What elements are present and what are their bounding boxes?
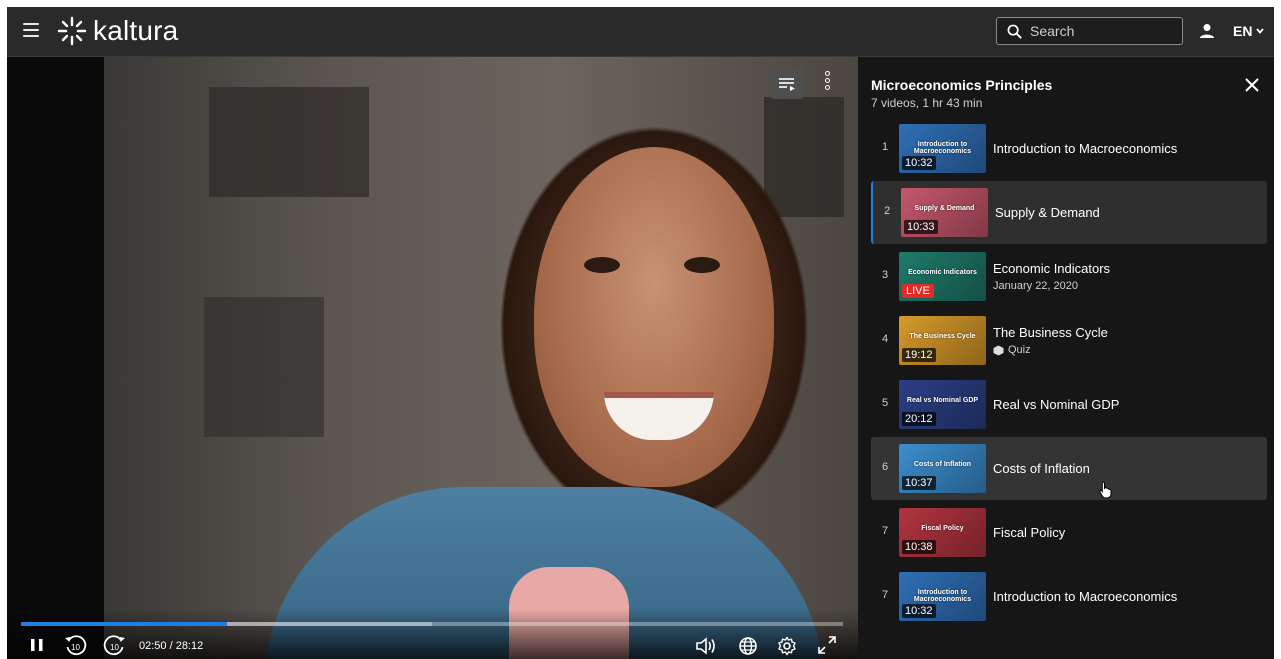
fullscreen-icon[interactable] (817, 635, 837, 655)
playlist-item-number: 1 (881, 141, 889, 153)
rewind-seconds-label: 10 (71, 643, 80, 652)
playlist-item-subtitle: January 22, 2020 (993, 280, 1078, 292)
playlist-item-thumbnail[interactable]: Economic Indicators LIVE (899, 252, 986, 301)
playlist-item-title: Introduction to Macroeconomics (993, 141, 1178, 156)
duration-badge: 10:37 (902, 476, 936, 490)
playlist-item-number: 7 (881, 589, 889, 601)
playlist-item[interactable]: 5 Real vs Nominal GDP 20:12 Real vs Nominal… (871, 373, 1267, 436)
search-box[interactable] (996, 17, 1183, 45)
duration-badge: 10:38 (902, 540, 936, 554)
playlist-item-title: Costs of Inflation (993, 461, 1090, 476)
subtitle-text: January 22, 2020 (993, 280, 1079, 292)
playlist-item-thumbnail[interactable]: The Business Cycle 19:12 (899, 316, 986, 365)
playlist-item-thumbnail[interactable]: Supply & Demand 10:33 (901, 188, 988, 237)
playlist-item[interactable]: 7 Fiscal Policy 10:38 Fiscal Policy (871, 501, 1267, 564)
playlist-item[interactable]: 6 Costs of Inflation 10:37 Costs of Inflati… (871, 437, 1267, 500)
video-frame (104, 57, 858, 659)
video-player[interactable]: 10 10 02:50 / 28:12 (7, 57, 858, 659)
playlist-item-number: 3 (881, 269, 889, 281)
search-icon (1007, 24, 1022, 39)
playlist-item[interactable]: 2 Supply & Demand 10:33 Supply & Demand (871, 181, 1267, 244)
pause-icon[interactable] (29, 637, 45, 653)
playlist-item[interactable]: 7 Introduction to Macroeconomics 10:32 Intr… (871, 565, 1267, 628)
control-bar-gradient (7, 609, 858, 659)
playlist-title: Microeconomics Principles (871, 77, 1053, 93)
kaltura-logo[interactable]: kaltura (55, 15, 179, 46)
forward-10-icon[interactable]: 10 (103, 633, 127, 657)
time-display: 02:50 / 28:12 (139, 640, 204, 652)
close-icon[interactable] (1245, 78, 1259, 92)
thumbnail-title: Real vs Nominal GDP (906, 397, 979, 404)
playlist-icon (779, 78, 795, 91)
playlist-item-thumbnail[interactable]: Real vs Nominal GDP 20:12 (899, 380, 986, 429)
brand-name: kaltura (93, 15, 179, 46)
playlist-item-thumbnail[interactable]: Fiscal Policy 10:38 (899, 508, 986, 557)
subtitle-text: Quiz (1008, 344, 1031, 356)
person-eye (584, 257, 620, 273)
playlist-item[interactable]: 1 Introduction to Macroeconomics 10:32 Intr… (871, 117, 1267, 180)
playlist-item-title: Supply & Demand (995, 205, 1100, 220)
globe-icon[interactable] (738, 636, 758, 656)
quiz-cube-icon (993, 345, 1004, 355)
person-eye (684, 257, 720, 273)
gear-icon[interactable] (777, 636, 797, 656)
thumbnail-title: Costs of Inflation (913, 461, 972, 468)
playlist-item-title: Introduction to Macroeconomics (993, 589, 1178, 604)
app-window: kaltura EN (7, 7, 1274, 659)
duration-badge: 20:12 (902, 412, 936, 426)
playlist-item-number: 6 (881, 461, 889, 473)
language-label: EN (1233, 23, 1253, 39)
background-shelf (209, 87, 369, 197)
playlist-item-title: Economic Indicators (993, 261, 1111, 276)
playlist-toggle-button[interactable] (771, 69, 803, 99)
playlist-item-number: 4 (881, 333, 889, 345)
progress-fill (21, 622, 227, 626)
playlist-item-thumbnail[interactable]: Introduction to Macroeconomics 10:32 (899, 572, 986, 621)
playlist-item-number: 7 (881, 525, 889, 537)
thumbnail-title: Economic Indicators (908, 269, 977, 276)
volume-icon[interactable] (695, 636, 719, 656)
search-input[interactable] (1028, 22, 1172, 40)
live-badge: LIVE (902, 284, 934, 298)
user-icon[interactable] (1199, 23, 1215, 39)
top-header: kaltura EN (7, 7, 1274, 57)
language-selector[interactable]: EN (1233, 23, 1265, 39)
playlist-item-title: Fiscal Policy (993, 525, 1066, 540)
video-letterbox (7, 57, 104, 659)
thumbnail-title: Introduction to Macroeconomics (913, 141, 972, 155)
hand-pointer-cursor (1099, 481, 1112, 499)
duration-badge: 19:12 (902, 348, 936, 362)
playlist-item-subtitle: Quiz (993, 344, 1031, 356)
playlist-item-number: 5 (881, 397, 889, 409)
playlist-item-number: 2 (883, 205, 891, 217)
playlist-item-title: Real vs Nominal GDP (993, 397, 1120, 412)
background-shelf (204, 297, 324, 437)
more-vertical-icon[interactable] (821, 71, 833, 97)
seek-bar[interactable] (21, 622, 843, 626)
thumbnail-title: The Business Cycle (909, 333, 976, 340)
kaltura-logo-icon (57, 16, 87, 46)
rewind-10-icon[interactable]: 10 (63, 633, 87, 657)
forward-seconds-label: 10 (110, 643, 119, 652)
playlist-meta: 7 videos, 1 hr 43 min (871, 96, 983, 110)
duration-badge: 10:32 (902, 156, 936, 170)
chevron-down-icon (1256, 28, 1265, 34)
playlist-item-thumbnail[interactable]: Costs of Inflation 10:37 (899, 444, 986, 493)
duration-badge: 10:33 (904, 220, 938, 234)
thumbnail-title: Fiscal Policy (921, 525, 964, 532)
playlist-item-title: The Business Cycle (993, 325, 1108, 340)
playlist-sidebar: Microeconomics Principles 7 videos, 1 hr… (858, 57, 1274, 659)
playlist-item[interactable]: 4 The Business Cycle 19:12 The Business Cyc… (871, 309, 1267, 372)
playlist-item-thumbnail[interactable]: Introduction to Macroeconomics 10:32 (899, 124, 986, 173)
hamburger-icon[interactable] (23, 23, 39, 37)
thumbnail-title: Supply & Demand (914, 205, 975, 212)
playlist-item[interactable]: 3 Economic Indicators LIVE Economic Indicat… (871, 245, 1267, 308)
duration-badge: 10:32 (902, 604, 936, 618)
thumbnail-title: Introduction to Macroeconomics (913, 589, 972, 603)
